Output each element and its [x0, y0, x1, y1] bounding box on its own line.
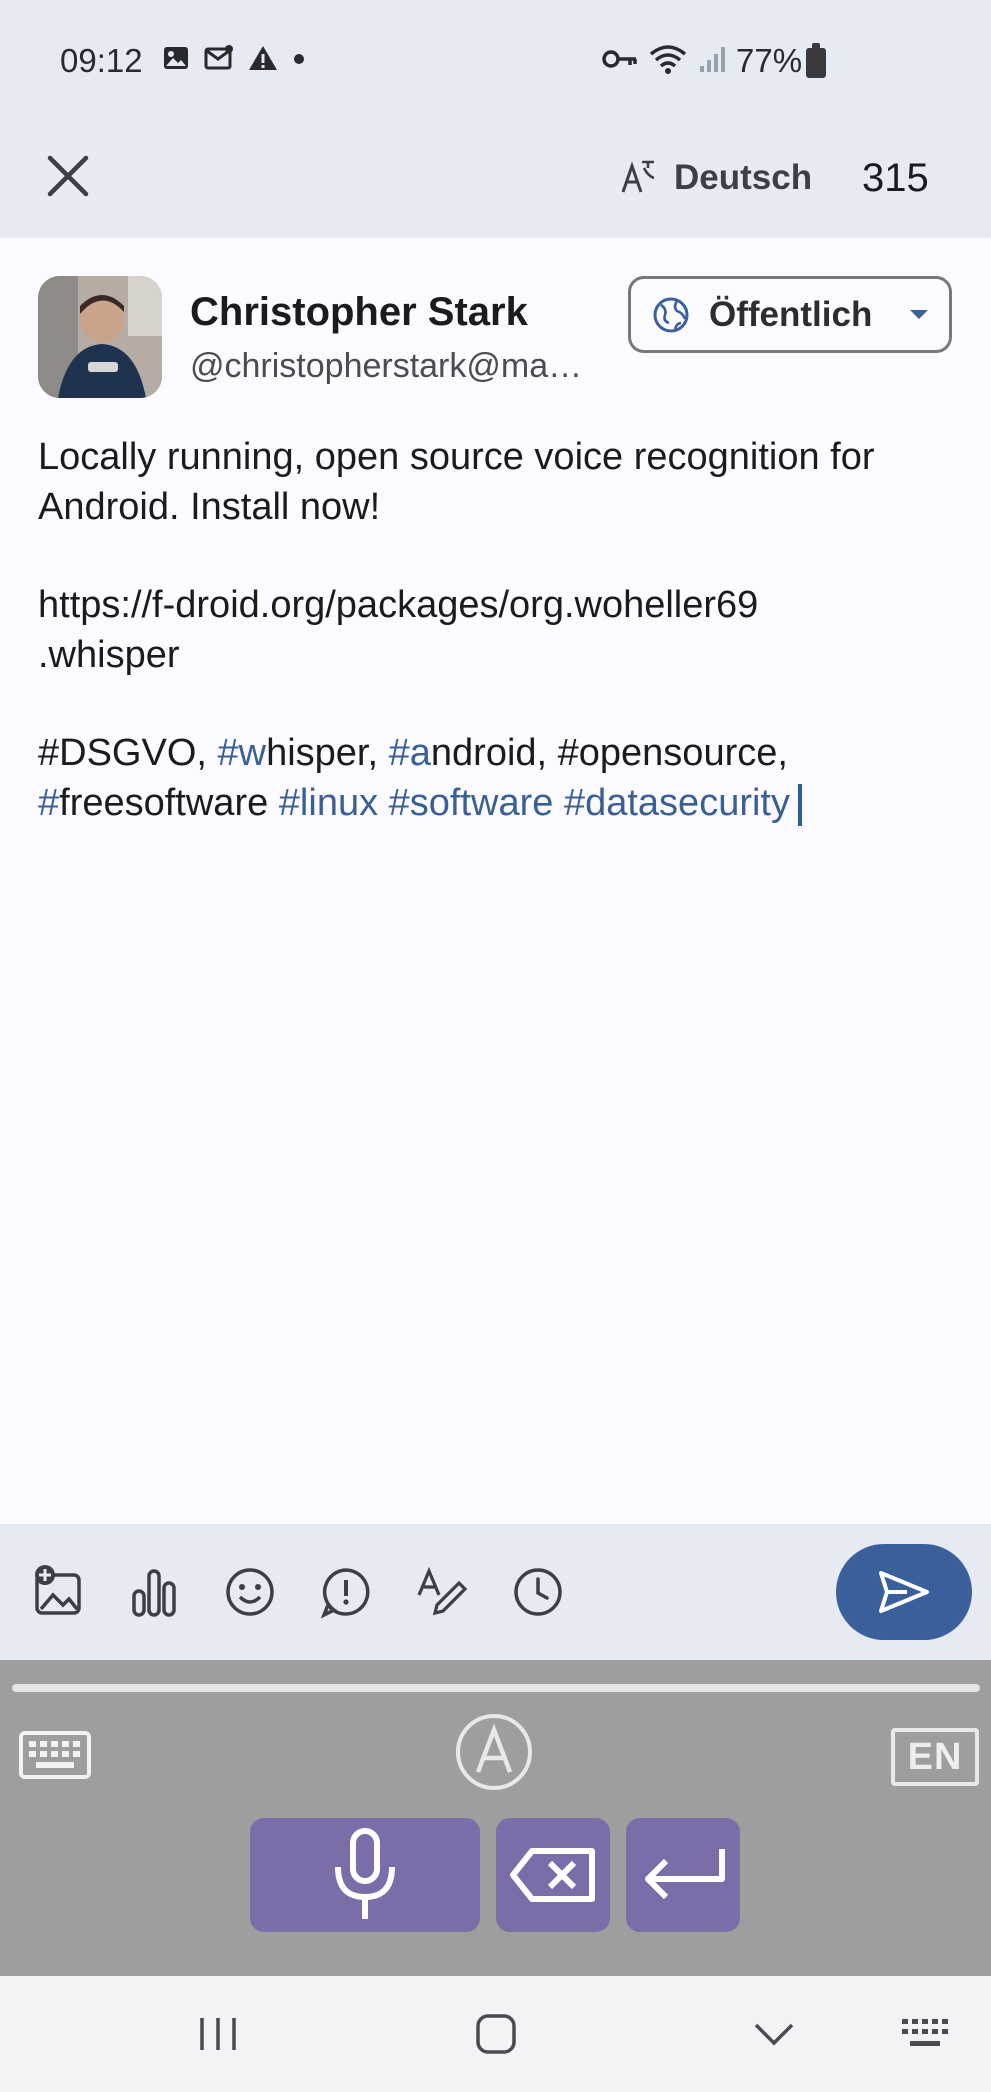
status-bar: 09:12 77%: [0, 0, 991, 118]
backspace-icon: [510, 1848, 595, 1902]
globe-icon: [653, 297, 689, 332]
backspace-button[interactable]: [496, 1818, 610, 1932]
image-icon: [164, 47, 188, 69]
send-button[interactable]: [836, 1544, 972, 1640]
chevron-down-icon: [910, 309, 929, 319]
system-nav-bar: [0, 1976, 991, 2092]
emoji-icon: [226, 1568, 274, 1616]
status-icons-left: [162, 44, 306, 72]
auto-mode-button[interactable]: [454, 1712, 534, 1792]
keyboard-switch-button[interactable]: [900, 2006, 950, 2062]
schedule-button[interactable]: [508, 1562, 568, 1622]
close-button[interactable]: [40, 148, 96, 204]
back-button[interactable]: [752, 2006, 796, 2062]
keyboard-switch-icon: [902, 2019, 948, 2046]
status-time: 09:12: [60, 42, 143, 79]
avatar-image: [38, 276, 162, 398]
status-icons-right: [602, 44, 728, 74]
keyboard-icon: [19, 1731, 91, 1779]
text-cursor: [797, 783, 802, 826]
language-button[interactable]: Deutsch: [620, 148, 812, 208]
battery-icon: [806, 43, 826, 78]
voice-keyboard: EN: [0, 1660, 991, 1976]
formatting-button[interactable]: [412, 1562, 472, 1622]
dot-icon: [294, 54, 304, 64]
compose-toolbar: [0, 1524, 991, 1660]
recents-icon: [200, 2018, 236, 2050]
keyboard-toggle-button[interactable]: [18, 1730, 92, 1785]
enter-button[interactable]: [626, 1818, 740, 1932]
language-badge[interactable]: EN: [891, 1728, 979, 1786]
content-warning-button[interactable]: [316, 1562, 376, 1622]
poll-button[interactable]: [124, 1562, 184, 1622]
translate-icon: [621, 160, 655, 193]
auto-icon: [456, 1714, 532, 1790]
recents-button[interactable]: [196, 2006, 240, 2062]
post-text-line: Locally running, open source voice recog…: [38, 436, 875, 528]
visibility-label: Öffentlich: [709, 294, 873, 334]
account-handle: @christopherstark@ma…: [190, 347, 583, 385]
battery-percent: 77%: [736, 42, 803, 79]
post-hashtags: #DSGVO, #whisper, #android, #opensource,…: [38, 728, 958, 828]
mic-icon: [335, 1828, 395, 1919]
language-badge-label: EN: [907, 1735, 963, 1778]
mic-button[interactable]: [250, 1818, 480, 1932]
key-icon: [602, 50, 637, 68]
wifi-icon: [649, 45, 687, 74]
post-link: https://f-droid.org/packages/org.wohelle…: [38, 584, 759, 676]
add-media-button[interactable]: [28, 1562, 88, 1622]
compose-app-bar: Deutsch 315: [0, 118, 991, 238]
warning-icon: [249, 46, 277, 70]
content-warning-icon: [320, 1568, 370, 1619]
close-icon: [47, 155, 89, 197]
home-icon: [476, 2014, 516, 2054]
keyboard-progress-line: [12, 1684, 980, 1692]
schedule-icon: [514, 1568, 562, 1616]
visibility-button[interactable]: Öffentlich: [628, 276, 952, 353]
formatting-icon: [417, 1566, 468, 1616]
signal-icon: [700, 47, 725, 72]
home-button[interactable]: [474, 2006, 518, 2062]
language-label: Deutsch: [674, 158, 813, 197]
account-name: Christopher Stark: [190, 290, 528, 334]
status-text-field[interactable]: Locally running, open source voice recog…: [38, 432, 958, 828]
emoji-button[interactable]: [220, 1562, 280, 1622]
add-media-icon: [35, 1565, 81, 1615]
send-icon: [879, 1571, 929, 1613]
poll-icon: [132, 1569, 176, 1617]
mail-icon: [204, 45, 233, 70]
back-icon: [754, 2023, 794, 2046]
character-count: 315: [862, 156, 929, 200]
avatar: [38, 276, 162, 398]
enter-icon: [645, 1849, 725, 1900]
